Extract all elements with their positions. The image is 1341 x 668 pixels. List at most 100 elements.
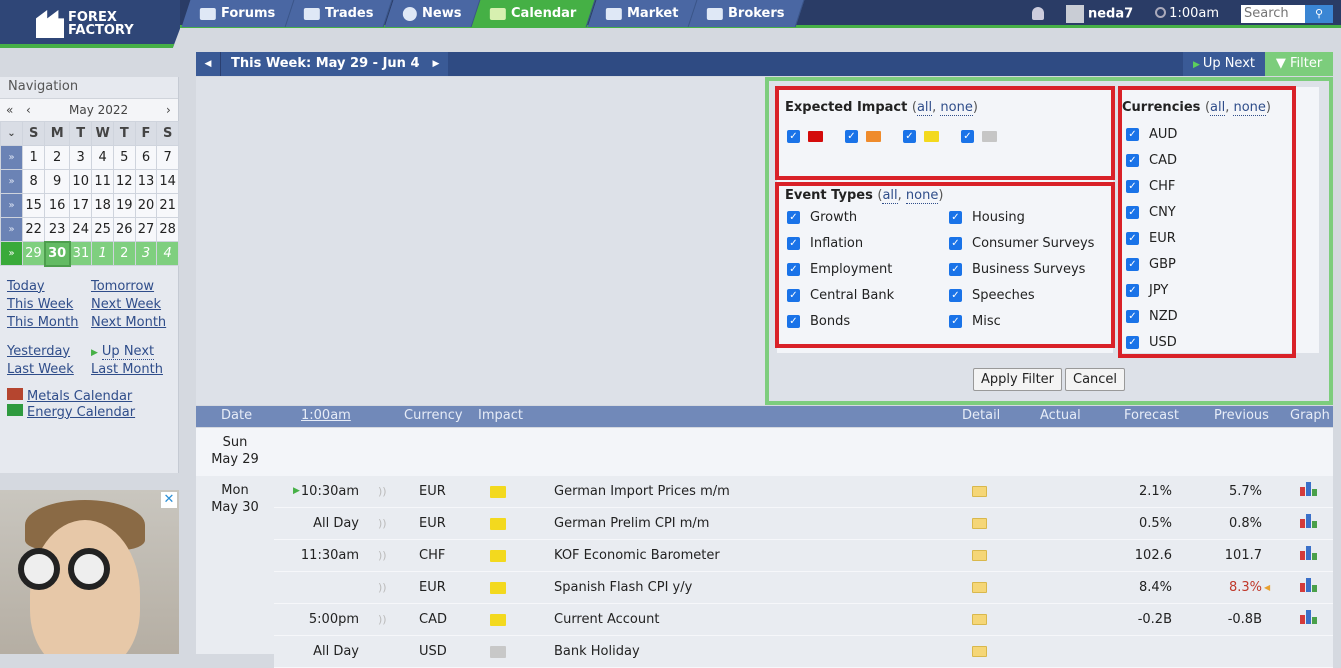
currency-option[interactable]: ✓ CHF: [1126, 179, 1175, 194]
tab-trades[interactable]: Trades: [285, 0, 394, 27]
graph-icon[interactable]: [1300, 578, 1318, 592]
calendar-day[interactable]: 15: [21, 193, 46, 218]
calendar-day[interactable]: 4: [91, 145, 114, 170]
calendar-day[interactable]: 3: [69, 145, 93, 170]
nav-link-last-week[interactable]: Last Week: [7, 362, 91, 377]
event-type-option[interactable]: ✓ Speeches: [949, 288, 1035, 303]
nav-link-up-next[interactable]: ▶ Up Next: [91, 343, 181, 360]
apply-filter-button[interactable]: Apply Filter: [973, 368, 1063, 391]
calendar-day[interactable]: 16: [44, 193, 71, 218]
event-title[interactable]: Bank Holiday: [554, 644, 640, 659]
impact-icon[interactable]: [490, 550, 506, 562]
detail-folder-icon[interactable]: [972, 486, 987, 497]
expand-icon[interactable]: ⌄: [0, 121, 23, 146]
advertisement[interactable]: ✕: [0, 490, 179, 654]
event-type-option[interactable]: ✓ Misc: [949, 314, 1001, 329]
event-title[interactable]: Spanish Flash CPI y/y: [554, 580, 692, 595]
detail-folder-icon[interactable]: [972, 518, 987, 529]
event-type-option[interactable]: ✓ Bonds: [787, 314, 850, 329]
checkbox-checked[interactable]: ✓: [1126, 232, 1139, 245]
tab-market[interactable]: Market: [587, 0, 698, 27]
calendar-day[interactable]: 26: [112, 217, 136, 242]
event-type-option[interactable]: ✓ Business Surveys: [949, 262, 1085, 277]
up-next-button[interactable]: ▶ Up Next: [1183, 52, 1265, 76]
checkbox-checked[interactable]: ✓: [1126, 154, 1139, 167]
checkbox-checked[interactable]: ✓: [1126, 180, 1139, 193]
nav-link-tomorrow[interactable]: Tomorrow: [91, 279, 181, 294]
prev-year-icon[interactable]: «: [6, 103, 13, 117]
notification-bell-icon[interactable]: [1031, 7, 1044, 20]
table-row[interactable]: )) EUR Spanish Flash CPI y/y 8.4% 8.3% ◀: [274, 572, 1333, 604]
tab-calendar[interactable]: Calendar: [471, 0, 596, 27]
calendar-day[interactable]: 2: [112, 241, 136, 266]
event-previous[interactable]: 8.3%: [1184, 580, 1262, 595]
calendar-day[interactable]: 5: [112, 145, 136, 170]
calendar-day[interactable]: 10: [69, 169, 93, 194]
calendar-day[interactable]: 22: [21, 217, 46, 242]
calendar-day[interactable]: 18: [91, 193, 114, 218]
event-title[interactable]: Current Account: [554, 612, 659, 627]
calendar-day[interactable]: 29: [21, 241, 46, 266]
checkbox-checked[interactable]: ✓: [961, 130, 974, 143]
currency-option[interactable]: ✓ JPY: [1126, 283, 1168, 298]
search-input[interactable]: [1241, 4, 1305, 23]
checkbox-checked[interactable]: ✓: [787, 289, 800, 302]
forex-factory-logo[interactable]: FOREX FACTORY: [36, 10, 134, 38]
tab-forums[interactable]: Forums: [181, 0, 295, 27]
nav-link-today[interactable]: Today: [7, 279, 91, 294]
checkbox-checked[interactable]: ✓: [1126, 284, 1139, 297]
week-select-icon[interactable]: »: [0, 169, 23, 194]
currencies-none-link[interactable]: none: [1233, 100, 1266, 116]
calendar-day[interactable]: 21: [156, 193, 179, 218]
calendar-day[interactable]: 12: [112, 169, 136, 194]
impact-option[interactable]: ✓: [903, 130, 939, 143]
table-row[interactable]: 10:30am ▶)) EUR German Import Prices m/m 2.1…: [274, 476, 1333, 508]
metals-calendar-link[interactable]: Metals Calendar: [7, 387, 178, 404]
event-type-option[interactable]: ✓ Growth: [787, 210, 857, 225]
next-week-arrow-icon[interactable]: ▶: [424, 52, 448, 76]
tab-news[interactable]: News: [384, 0, 481, 27]
detail-folder-icon[interactable]: [972, 582, 987, 593]
prev-week-arrow-icon[interactable]: ◀: [196, 52, 220, 76]
checkbox-checked[interactable]: ✓: [949, 289, 962, 302]
detail-folder-icon[interactable]: [972, 550, 987, 561]
search-icon[interactable]: ⚲: [1305, 4, 1333, 23]
event-type-option[interactable]: ✓ Central Bank: [787, 288, 894, 303]
user-menu[interactable]: neda7: [1065, 4, 1133, 23]
detail-folder-icon[interactable]: [972, 646, 987, 657]
calendar-day[interactable]: 11: [91, 169, 114, 194]
next-month-icon[interactable]: ›: [166, 103, 171, 117]
nav-link-last-month[interactable]: Last Month: [91, 362, 181, 377]
impact-option[interactable]: ✓: [845, 130, 881, 143]
impact-all-link[interactable]: all: [916, 100, 933, 116]
cancel-button[interactable]: Cancel: [1065, 368, 1126, 391]
currency-option[interactable]: ✓ CAD: [1126, 153, 1177, 168]
calendar-day[interactable]: 1: [21, 145, 46, 170]
currency-option[interactable]: ✓ GBP: [1126, 257, 1176, 272]
calendar-day[interactable]: 3: [134, 241, 158, 266]
table-row[interactable]: 5:00pm)) CAD Current Account -0.2B -0.8B: [274, 604, 1333, 636]
impact-none-link[interactable]: none: [940, 100, 973, 116]
impact-option[interactable]: ✓: [787, 130, 823, 143]
graph-icon[interactable]: [1300, 482, 1318, 496]
calendar-day[interactable]: 4: [156, 241, 179, 266]
impact-icon[interactable]: [490, 646, 506, 658]
week-select-icon[interactable]: »: [0, 145, 23, 170]
calendar-day[interactable]: 14: [156, 169, 179, 194]
checkbox-checked[interactable]: ✓: [787, 130, 800, 143]
prev-month-icon[interactable]: ‹: [26, 103, 31, 117]
calendar-day[interactable]: 27: [134, 217, 158, 242]
nav-link-yesterday[interactable]: Yesterday: [7, 344, 91, 359]
event-title[interactable]: KOF Economic Barometer: [554, 548, 720, 563]
impact-icon[interactable]: [490, 614, 506, 626]
table-row[interactable]: All Day)) EUR German Prelim CPI m/m 0.5% 0.8…: [274, 508, 1333, 540]
checkbox-checked[interactable]: ✓: [1126, 336, 1139, 349]
calendar-day[interactable]: 6: [134, 145, 158, 170]
table-row[interactable]: 11:30am)) CHF KOF Economic Barometer 102.6 1…: [274, 540, 1333, 572]
currency-option[interactable]: ✓ EUR: [1126, 231, 1176, 246]
detail-folder-icon[interactable]: [972, 614, 987, 625]
calendar-day[interactable]: 24: [69, 217, 93, 242]
checkbox-checked[interactable]: ✓: [1126, 128, 1139, 141]
event-title[interactable]: German Prelim CPI m/m: [554, 516, 709, 531]
calendar-day[interactable]: 2: [44, 145, 71, 170]
